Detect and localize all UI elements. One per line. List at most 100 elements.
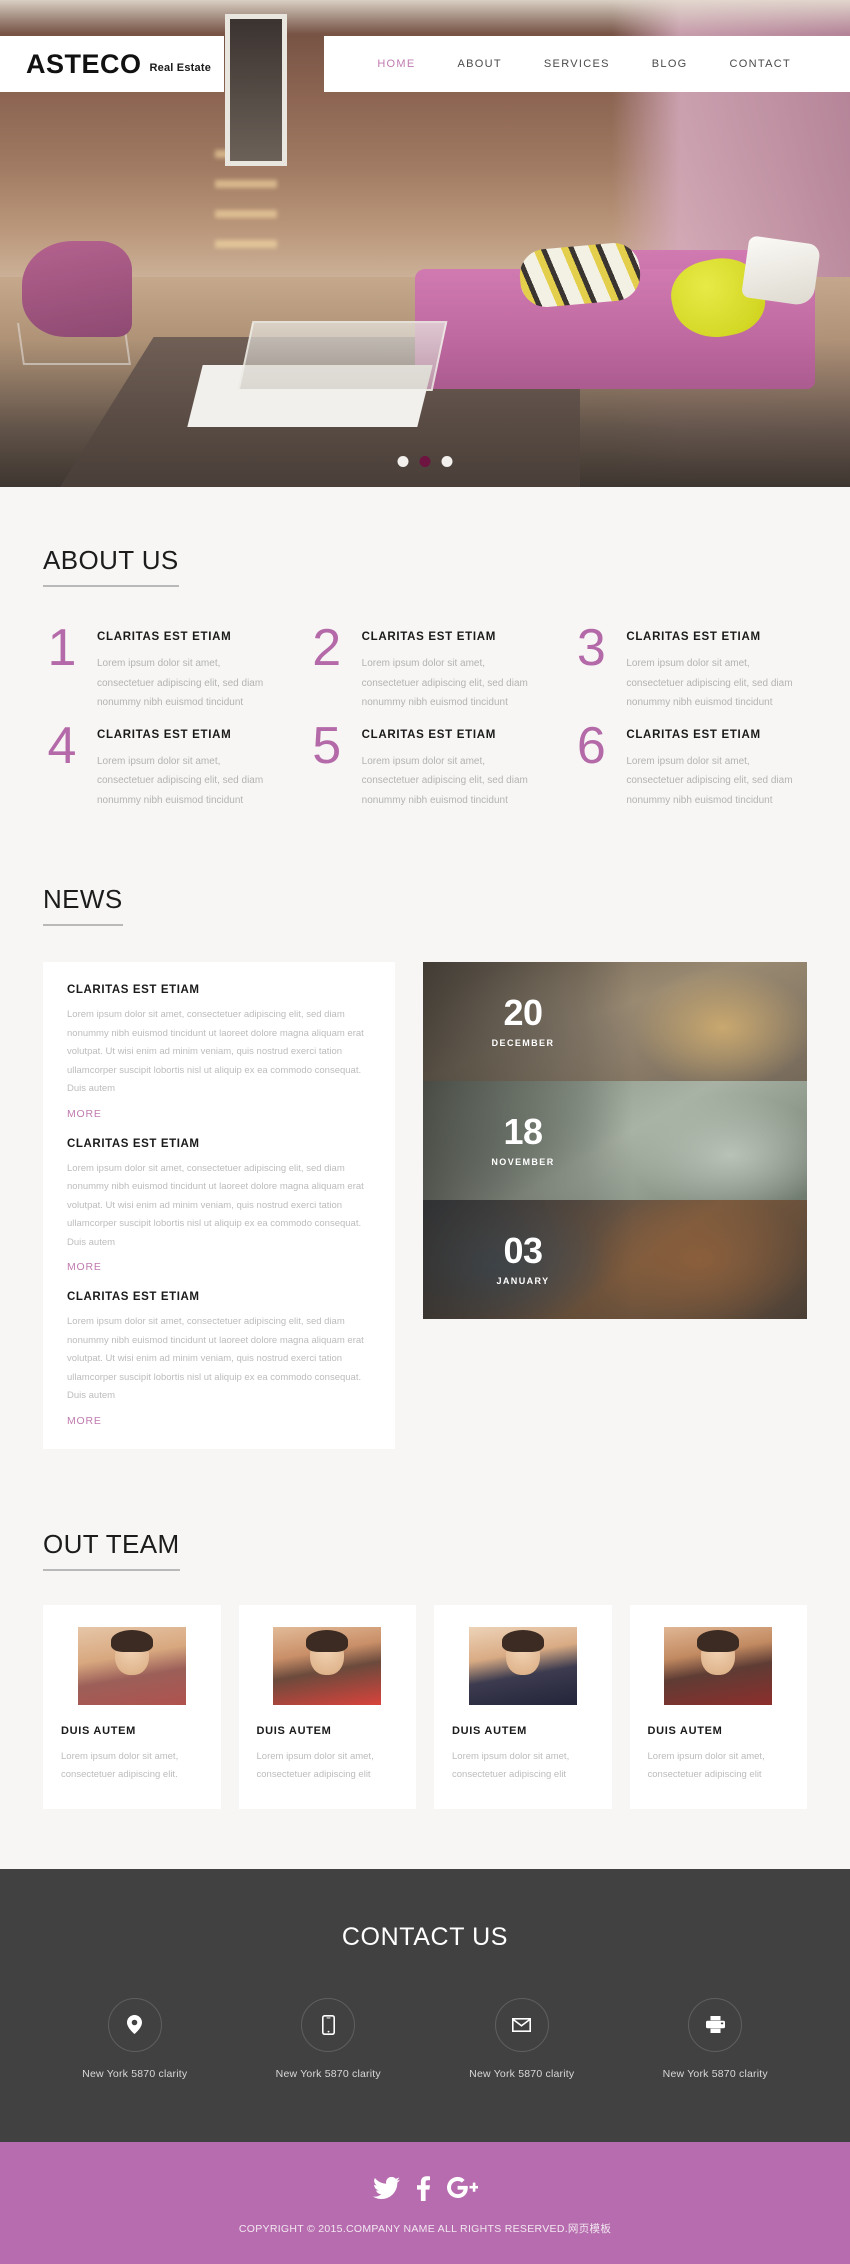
news-date-card[interactable]: 03 JANUARY (423, 1200, 807, 1319)
feature-number: 4 (47, 716, 77, 775)
page-root: ASTECO Real Estate HOME ABOUT SERVICES B… (0, 0, 850, 2264)
news-card-month: NOVEMBER (491, 1157, 555, 1167)
contact-item-email[interactable]: New York 5870 clarity (430, 1997, 614, 2080)
team-member-name: DUIS AUTEM (256, 1724, 332, 1737)
feature-text: Lorem ipsum dolor sit amet, consectetuer… (626, 658, 793, 708)
slider-dot-1[interactable] (397, 456, 409, 467)
avatar-hair (501, 1629, 544, 1652)
news-item: CLARITAS EST ETIAM Lorem ipsum dolor sit… (67, 984, 371, 1122)
slider-dot-2[interactable] (419, 456, 431, 467)
printer-icon (688, 1997, 743, 2052)
team-grid: DUIS AUTEM Lorem ipsum dolor sit amet, c… (43, 1604, 807, 1809)
logo-sub-text: Real Estate (149, 61, 212, 74)
team-member-text: Lorem ipsum dolor sit amet, consectetuer… (61, 1750, 179, 1781)
team-avatar (273, 1626, 382, 1705)
team-member-text: Lorem ipsum dolor sit amet, consectetuer… (647, 1750, 765, 1781)
feature-item-1: 1 CLARITAS EST ETIAM Lorem ipsum dolor s… (43, 619, 278, 713)
contact-text: New York 5870 clarity (662, 2067, 768, 2080)
nav-item-services[interactable]: SERVICES (523, 58, 631, 70)
nav-item-blog[interactable]: BLOG (631, 58, 709, 70)
news-item: CLARITAS EST ETIAM Lorem ipsum dolor sit… (67, 1291, 371, 1429)
nav-item-home[interactable]: HOME (356, 58, 436, 70)
feature-item-2: 2 CLARITAS EST ETIAM Lorem ipsum dolor s… (308, 619, 543, 713)
feature-text: Lorem ipsum dolor sit amet, consectetuer… (361, 658, 528, 708)
twitter-icon[interactable] (372, 2176, 400, 2200)
news-heading: CLARITAS EST ETIAM (67, 984, 200, 996)
main-navigation[interactable]: HOME ABOUT SERVICES BLOG CONTACT (324, 36, 850, 92)
news-heading: CLARITAS EST ETIAM (67, 1137, 200, 1150)
hero-ceiling (0, 0, 850, 34)
team-card[interactable]: DUIS AUTEM Lorem ipsum dolor sit amet, c… (43, 1604, 221, 1809)
contact-text: New York 5870 clarity (82, 2067, 188, 2080)
feature-heading: CLARITAS EST ETIAM (626, 631, 761, 643)
news-heading: CLARITAS EST ETIAM (67, 1291, 200, 1304)
slider-pagination[interactable] (397, 456, 453, 467)
news-more-link[interactable]: MORE (67, 1415, 102, 1427)
envelope-icon (494, 1997, 549, 2052)
feature-number: 3 (576, 619, 606, 677)
news-card-day: 03 (503, 1230, 543, 1271)
hero-white-throw (741, 235, 821, 307)
map-pin-icon (107, 1997, 162, 2052)
news-text: Lorem ipsum dolor sit amet, consectetuer… (67, 1009, 364, 1095)
feature-item-4: 4 CLARITAS EST ETIAM Lorem ipsum dolor s… (43, 716, 278, 811)
team-card[interactable]: DUIS AUTEM Lorem ipsum dolor sit amet, c… (629, 1604, 807, 1809)
nav-item-about[interactable]: ABOUT (437, 58, 523, 70)
social-links[interactable] (0, 2175, 850, 2201)
about-feature-grid: 1 CLARITAS EST ETIAM Lorem ipsum dolor s… (43, 619, 807, 811)
avatar-hair (110, 1629, 153, 1652)
news-title: NEWS (43, 884, 123, 926)
news-card-day: 18 (503, 1111, 543, 1152)
news-card-day: 20 (503, 992, 543, 1033)
nav-item-contact[interactable]: CONTACT (709, 58, 812, 70)
logo[interactable]: ASTECO Real Estate (0, 36, 224, 92)
team-title: OUT TEAM (43, 1529, 180, 1571)
facebook-icon[interactable] (416, 2175, 430, 2201)
team-member-name: DUIS AUTEM (647, 1724, 723, 1737)
team-card[interactable]: DUIS AUTEM Lorem ipsum dolor sit amet, c… (434, 1604, 612, 1809)
contact-item-fax[interactable]: New York 5870 clarity (624, 1997, 808, 2080)
slider-dot-3[interactable] (441, 456, 453, 467)
copyright-text: COPYRIGHT © 2015.COMPANY NAME ALL RIGHTS… (238, 2222, 612, 2235)
footer: COPYRIGHT © 2015.COMPANY NAME ALL RIGHTS… (0, 2141, 850, 2264)
news-text: Lorem ipsum dolor sit amet, consectetuer… (67, 1316, 364, 1402)
feature-item-3: 3 CLARITAS EST ETIAM Lorem ipsum dolor s… (572, 619, 807, 713)
news-date-card[interactable]: 20 DECEMBER (423, 962, 807, 1081)
feature-number: 2 (312, 619, 342, 677)
team-member-text: Lorem ipsum dolor sit amet, consectetuer… (256, 1750, 374, 1781)
phone-icon (301, 1997, 356, 2052)
contact-item-address[interactable]: New York 5870 clarity (43, 1997, 227, 2080)
avatar-hair (697, 1629, 740, 1652)
feature-number: 1 (47, 619, 77, 677)
logo-main-text: ASTECO (26, 48, 142, 79)
news-more-link[interactable]: MORE (67, 1108, 102, 1120)
feature-text: Lorem ipsum dolor sit amet, consectetuer… (97, 755, 264, 806)
news-text: Lorem ipsum dolor sit amet, consectetuer… (67, 1162, 364, 1248)
contact-text: New York 5870 clarity (469, 2067, 575, 2080)
team-card[interactable]: DUIS AUTEM Lorem ipsum dolor sit amet, c… (238, 1604, 416, 1809)
team-avatar (77, 1626, 186, 1705)
news-section: NEWS CLARITAS EST ETIAM Lorem ipsum dolo… (0, 850, 850, 1495)
feature-text: Lorem ipsum dolor sit amet, consectetuer… (361, 755, 528, 806)
about-section: ABOUT US 1 CLARITAS EST ETIAM Lorem ipsu… (0, 487, 850, 850)
news-card-month: DECEMBER (491, 1038, 555, 1048)
contact-grid: New York 5870 clarity New York 5870 clar… (43, 1997, 808, 2080)
news-date-cards: 20 DECEMBER 18 NOVEMBER 03 JANUARY (423, 962, 807, 1449)
contact-section: CONTACT US New York 5870 clarity New Yor… (0, 1868, 850, 2142)
feature-text: Lorem ipsum dolor sit amet, consectetuer… (97, 658, 264, 708)
news-date-card[interactable]: 18 NOVEMBER (423, 1081, 807, 1200)
team-member-name: DUIS AUTEM (452, 1724, 528, 1737)
contact-item-phone[interactable]: New York 5870 clarity (237, 1997, 421, 2080)
team-section: OUT TEAM DUIS AUTEM Lorem ipsum dolor si… (0, 1494, 850, 1869)
news-more-link[interactable]: MORE (67, 1261, 102, 1273)
google-plus-icon[interactable] (446, 2176, 478, 2200)
hero-accent-chair (22, 241, 132, 337)
feature-heading: CLARITAS EST ETIAM (97, 728, 232, 741)
about-title: ABOUT US (43, 545, 179, 587)
feature-item-5: 5 CLARITAS EST ETIAM Lorem ipsum dolor s… (308, 720, 543, 811)
feature-item-6: 6 CLARITAS EST ETIAM Lorem ipsum dolor s… (572, 720, 807, 811)
team-avatar (468, 1626, 577, 1705)
news-card-month: JANUARY (496, 1276, 550, 1286)
hero-striped-pillow (517, 240, 643, 310)
hero-slider[interactable]: ASTECO Real Estate HOME ABOUT SERVICES B… (0, 0, 850, 487)
